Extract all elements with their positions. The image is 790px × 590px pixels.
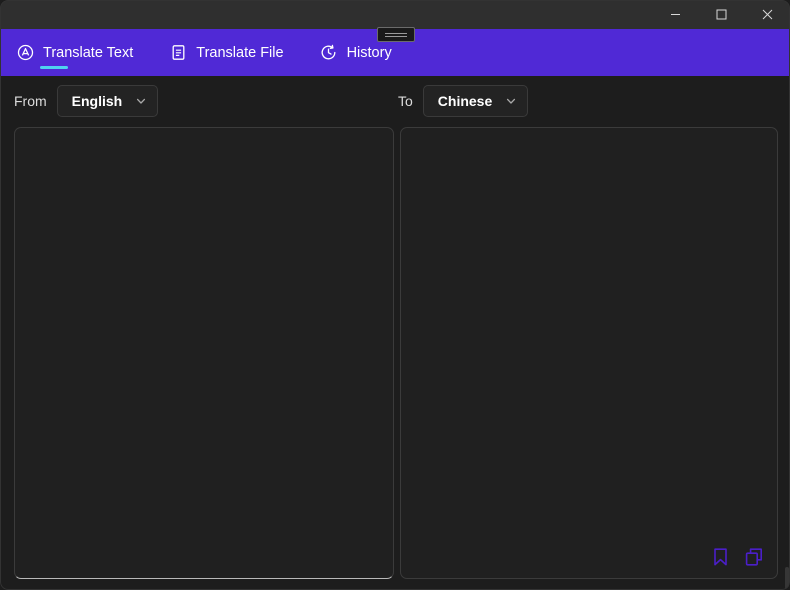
tab-label: Translate Text [43, 44, 134, 61]
target-language-value: Chinese [437, 93, 493, 109]
source-language-value: English [71, 93, 123, 109]
maximize-button[interactable] [698, 0, 744, 29]
target-language-group: To Chinese [398, 85, 529, 117]
active-tab-indicator [40, 65, 68, 69]
close-button[interactable] [744, 0, 790, 29]
source-text-panel[interactable] [14, 127, 394, 579]
title-bar [0, 0, 790, 29]
drag-handle-line [385, 32, 407, 34]
tab-label: Translate File [196, 44, 284, 61]
target-language-select[interactable]: Chinese [422, 85, 529, 117]
app-window: Translate Text Translate File History Fr… [0, 0, 790, 590]
copy-icon[interactable] [743, 546, 765, 568]
translated-text-panel[interactable] [400, 127, 778, 579]
chevron-down-icon [505, 95, 517, 107]
clock-history-icon [320, 44, 338, 62]
chevron-down-icon [135, 95, 147, 107]
output-actions [709, 546, 765, 568]
translate-globe-icon [16, 44, 34, 62]
tab-label: History [346, 44, 392, 61]
drag-handle-line [385, 35, 407, 37]
tab-translate-text[interactable]: Translate Text [16, 29, 144, 76]
from-label: From [14, 93, 47, 109]
document-icon [169, 44, 187, 62]
window-drag-handle[interactable] [377, 27, 415, 42]
tab-translate-file[interactable]: Translate File [169, 29, 294, 76]
translation-panels [0, 127, 790, 590]
minimize-button[interactable] [652, 0, 698, 29]
bookmark-icon[interactable] [709, 546, 731, 568]
window-scrollbar-thumb[interactable] [785, 567, 789, 589]
source-language-group: From English [14, 85, 159, 117]
source-language-select[interactable]: English [56, 85, 159, 117]
language-bar: From English To Chinese [0, 76, 790, 127]
to-label: To [398, 93, 413, 109]
